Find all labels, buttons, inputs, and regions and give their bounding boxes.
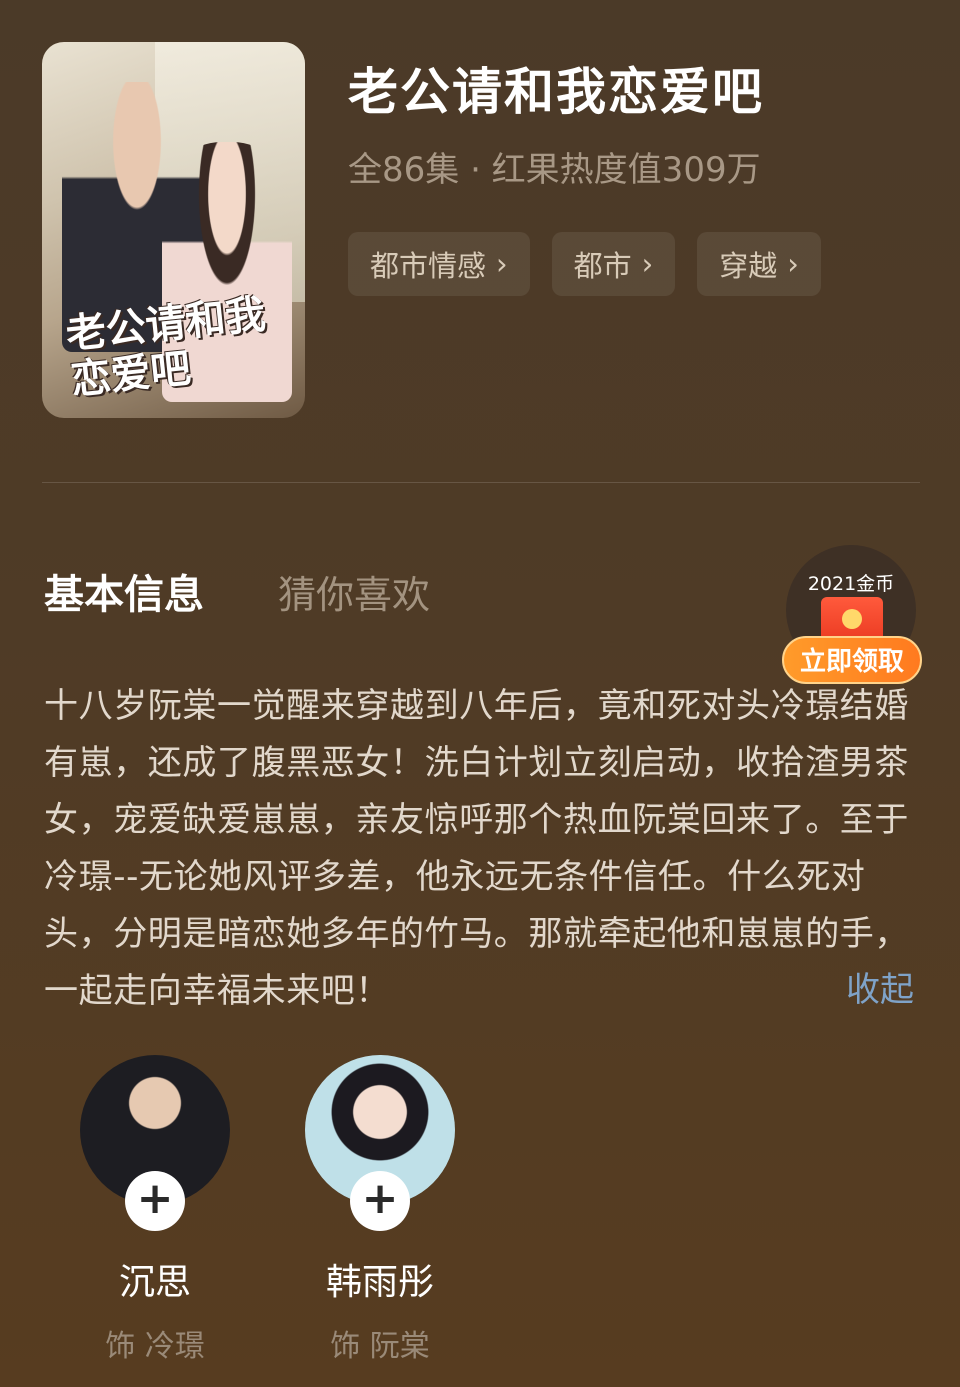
chevron-right-icon: › (787, 247, 799, 281)
tag-time-travel[interactable]: 穿越 › (697, 232, 821, 296)
cast-role: 饰 阮棠 (330, 1329, 430, 1364)
coin-amount: 2021金币 (807, 573, 895, 595)
tag-label: 都市情感 (370, 249, 487, 283)
drama-title: 老公请和我恋爱吧 (348, 63, 764, 121)
cast-name: 沉思 (118, 1262, 191, 1303)
cast-name: 韩雨彤 (325, 1262, 434, 1303)
tab-recommend[interactable]: 猜你喜欢 (278, 564, 430, 619)
avatar[interactable]: + (305, 1055, 455, 1231)
chevron-right-icon: › (496, 247, 508, 281)
cast-member[interactable]: + 沉思 饰 冷璟 (80, 1055, 230, 1365)
cast-member[interactable]: + 韩雨彤 饰 阮棠 (305, 1055, 455, 1365)
drama-poster[interactable]: 老公请和我恋爱吧 (42, 42, 305, 418)
chevron-right-icon: › (641, 247, 654, 281)
plus-icon[interactable]: + (350, 1171, 410, 1231)
tag-urban-romance[interactable]: 都市情感 › (348, 232, 530, 296)
cast-role: 饰 冷璟 (105, 1329, 205, 1364)
envelope-seal (842, 609, 862, 629)
tag-list: 都市情感 › 都市 › 穿越 › (348, 232, 821, 296)
drama-meta: 全86集 · 红果热度值309万 (348, 150, 761, 190)
claim-button[interactable]: 立即领取 (782, 636, 922, 684)
tab-basic-info[interactable]: 基本信息 (44, 562, 204, 620)
synopsis-text: 十八岁阮棠一觉醒来穿越到八年后，竟和死对头冷璟结婚有崽，还成了腹黑恶女！洗白计划… (44, 686, 909, 1011)
tag-label: 穿越 (719, 249, 778, 283)
collapse-link[interactable]: 收起 (846, 962, 914, 1011)
section-divider (42, 482, 920, 483)
tag-urban[interactable]: 都市 › (551, 232, 676, 296)
tag-label: 都市 (573, 249, 632, 283)
plus-icon[interactable]: + (125, 1171, 185, 1231)
avatar[interactable]: + (80, 1055, 230, 1231)
